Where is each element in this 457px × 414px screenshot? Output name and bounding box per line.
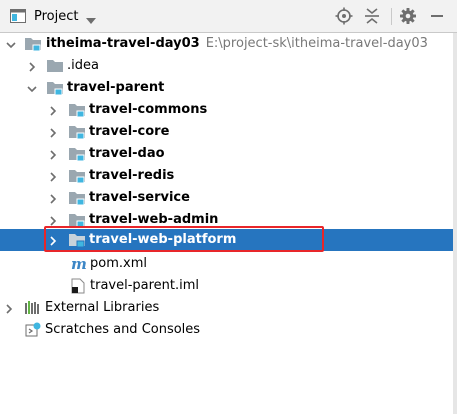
project-tool-window-header: Project — [0, 0, 457, 33]
collapsed-arrow-icon[interactable] — [48, 171, 58, 186]
tree-row-module[interactable]: travel-commons — [0, 99, 457, 121]
root-project-label: itheima-travel-day03 E:\project-sk\itheim… — [46, 36, 428, 51]
tree-item-label: travel-dao — [89, 146, 165, 161]
tree-item-label: .idea — [67, 58, 99, 73]
collapsed-arrow-icon[interactable] — [48, 105, 58, 120]
folder-icon — [46, 58, 64, 78]
maven-file-icon: m — [70, 255, 88, 277]
hide-minus-icon[interactable] — [429, 7, 445, 29]
collapsed-arrow-icon[interactable] — [48, 193, 58, 208]
settings-gear-icon[interactable] — [399, 7, 417, 29]
tree-row-scratches[interactable]: Scratches and Consoles — [0, 319, 457, 341]
dropdown-arrow-icon[interactable] — [86, 13, 96, 28]
svg-text:m: m — [71, 255, 87, 273]
project-view-selector[interactable]: Project — [34, 9, 78, 24]
tree-item-label: travel-service — [89, 190, 190, 205]
collapsed-arrow-icon[interactable] — [27, 61, 37, 76]
module-folder-icon — [68, 146, 86, 166]
scratches-icon — [25, 322, 43, 342]
collapsed-arrow-icon[interactable] — [48, 127, 58, 142]
expand-arrow-icon[interactable] — [27, 83, 37, 98]
tree-row-module[interactable]: travel-core — [0, 121, 457, 143]
collapsed-arrow-icon[interactable] — [48, 149, 58, 164]
tree-item-label: travel-parent.iml — [90, 278, 200, 293]
tree-row-root-project[interactable]: itheima-travel-day03 E:\project-sk\itheim… — [0, 33, 457, 55]
external-libraries-icon — [24, 300, 42, 320]
tree-item-label: pom.xml — [90, 256, 147, 271]
tree-item-label: External Libraries — [45, 300, 160, 315]
module-folder-icon — [46, 80, 64, 100]
tree-row-external-libraries[interactable]: External Libraries — [0, 297, 457, 319]
tree-item-label: travel-web-admin — [89, 212, 219, 227]
tree-item-label: travel-redis — [89, 168, 175, 183]
project-path-text: E:\project-sk\itheima-travel-day03 — [205, 36, 428, 51]
expand-arrow-icon[interactable] — [6, 39, 16, 54]
module-folder-icon — [68, 102, 86, 122]
tree-row-module[interactable]: travel-redis — [0, 165, 457, 187]
tree-row-file[interactable]: travel-parent.iml — [0, 275, 457, 297]
locate-icon[interactable] — [335, 7, 353, 29]
tree-row-module[interactable]: travel-service — [0, 187, 457, 209]
iml-file-icon — [70, 278, 86, 298]
module-folder-icon — [68, 124, 86, 144]
collapsed-arrow-icon[interactable] — [4, 303, 14, 318]
tree-row-module[interactable]: travel-dao — [0, 143, 457, 165]
tree-item-label: Scratches and Consoles — [45, 322, 201, 337]
tree-row-file[interactable]: m pom.xml — [0, 253, 457, 275]
annotation-highlight-box — [44, 226, 324, 252]
panel-right-edge — [453, 33, 457, 414]
tree-item-label: travel-commons — [89, 102, 208, 117]
module-folder-icon — [68, 190, 86, 210]
tree-row-idea[interactable]: .idea — [0, 55, 457, 77]
project-panel-icon — [10, 9, 26, 27]
module-folder-icon — [68, 168, 86, 188]
toolbar-separator — [391, 8, 392, 25]
tree-row-travel-parent[interactable]: travel-parent — [0, 77, 457, 99]
tree-item-label: travel-parent — [67, 80, 165, 95]
module-folder-icon — [24, 36, 42, 56]
tree-item-label: travel-core — [89, 124, 170, 139]
collapse-all-icon[interactable] — [363, 7, 381, 29]
